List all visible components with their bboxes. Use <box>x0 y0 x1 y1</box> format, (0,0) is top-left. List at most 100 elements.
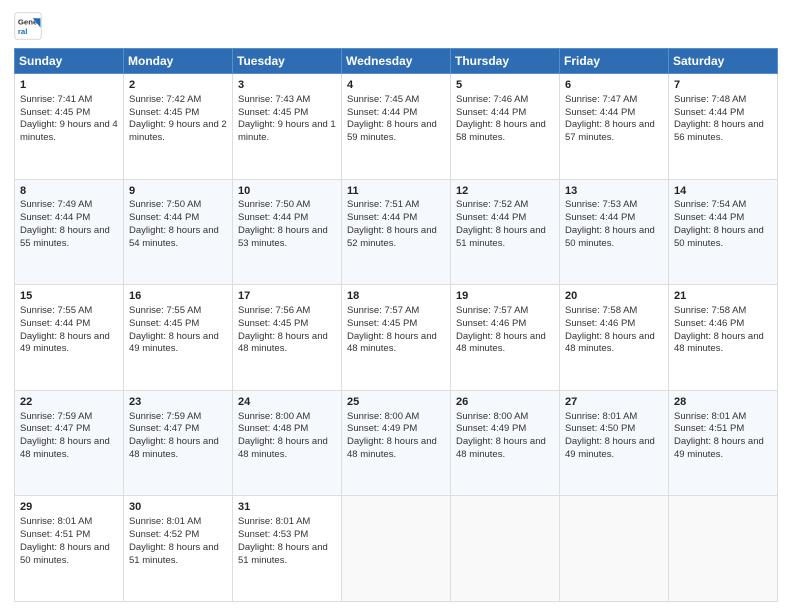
sunrise-label: Sunrise: 7:54 AM <box>674 199 746 210</box>
table-row: 29 Sunrise: 8:01 AM Sunset: 4:51 PM Dayl… <box>15 496 124 602</box>
sunset-label: Sunset: 4:50 PM <box>565 423 635 434</box>
daylight-label: Daylight: 8 hours and 48 minutes. <box>20 436 110 460</box>
day-number: 11 <box>347 184 445 199</box>
sunset-label: Sunset: 4:49 PM <box>347 423 417 434</box>
day-number: 3 <box>238 78 336 93</box>
day-number: 21 <box>674 289 772 304</box>
calendar-week-row: 29 Sunrise: 8:01 AM Sunset: 4:51 PM Dayl… <box>15 496 778 602</box>
sunset-label: Sunset: 4:44 PM <box>565 107 635 118</box>
sunrise-label: Sunrise: 7:59 AM <box>129 411 201 422</box>
daylight-label: Daylight: 8 hours and 49 minutes. <box>129 331 219 355</box>
sunrise-label: Sunrise: 7:55 AM <box>129 305 201 316</box>
sunset-label: Sunset: 4:48 PM <box>238 423 308 434</box>
sunset-label: Sunset: 4:45 PM <box>347 318 417 329</box>
daylight-label: Daylight: 8 hours and 49 minutes. <box>20 331 110 355</box>
table-row: 14 Sunrise: 7:54 AM Sunset: 4:44 PM Dayl… <box>669 179 778 285</box>
daylight-label: Daylight: 9 hours and 1 minute. <box>238 119 336 143</box>
sunrise-label: Sunrise: 7:45 AM <box>347 94 419 105</box>
table-row: 19 Sunrise: 7:57 AM Sunset: 4:46 PM Dayl… <box>451 285 560 391</box>
sunrise-label: Sunrise: 8:01 AM <box>238 516 310 527</box>
day-number: 7 <box>674 78 772 93</box>
table-row: 21 Sunrise: 7:58 AM Sunset: 4:46 PM Dayl… <box>669 285 778 391</box>
sunset-label: Sunset: 4:44 PM <box>20 212 90 223</box>
day-number: 26 <box>456 395 554 410</box>
table-row: 8 Sunrise: 7:49 AM Sunset: 4:44 PM Dayli… <box>15 179 124 285</box>
table-row <box>451 496 560 602</box>
calendar-week-row: 8 Sunrise: 7:49 AM Sunset: 4:44 PM Dayli… <box>15 179 778 285</box>
table-row: 2 Sunrise: 7:42 AM Sunset: 4:45 PM Dayli… <box>124 74 233 180</box>
sunset-label: Sunset: 4:46 PM <box>565 318 635 329</box>
daylight-label: Daylight: 8 hours and 50 minutes. <box>20 542 110 566</box>
table-row: 11 Sunrise: 7:51 AM Sunset: 4:44 PM Dayl… <box>342 179 451 285</box>
table-row: 31 Sunrise: 8:01 AM Sunset: 4:53 PM Dayl… <box>233 496 342 602</box>
daylight-label: Daylight: 8 hours and 48 minutes. <box>129 436 219 460</box>
sunrise-label: Sunrise: 7:58 AM <box>565 305 637 316</box>
daylight-label: Daylight: 8 hours and 48 minutes. <box>238 436 328 460</box>
daylight-label: Daylight: 8 hours and 57 minutes. <box>565 119 655 143</box>
daylight-label: Daylight: 8 hours and 53 minutes. <box>238 225 328 249</box>
daylight-label: Daylight: 9 hours and 4 minutes. <box>20 119 118 143</box>
sunset-label: Sunset: 4:49 PM <box>456 423 526 434</box>
sunrise-label: Sunrise: 8:01 AM <box>20 516 92 527</box>
table-row: 24 Sunrise: 8:00 AM Sunset: 4:48 PM Dayl… <box>233 390 342 496</box>
day-number: 8 <box>20 184 118 199</box>
table-row: 30 Sunrise: 8:01 AM Sunset: 4:52 PM Dayl… <box>124 496 233 602</box>
table-row: 20 Sunrise: 7:58 AM Sunset: 4:46 PM Dayl… <box>560 285 669 391</box>
table-row: 28 Sunrise: 8:01 AM Sunset: 4:51 PM Dayl… <box>669 390 778 496</box>
sunset-label: Sunset: 4:45 PM <box>129 318 199 329</box>
col-saturday: Saturday <box>669 49 778 74</box>
table-row: 6 Sunrise: 7:47 AM Sunset: 4:44 PM Dayli… <box>560 74 669 180</box>
table-row <box>342 496 451 602</box>
day-number: 25 <box>347 395 445 410</box>
sunrise-label: Sunrise: 7:59 AM <box>20 411 92 422</box>
sunrise-label: Sunrise: 7:57 AM <box>456 305 528 316</box>
sunrise-label: Sunrise: 8:01 AM <box>674 411 746 422</box>
daylight-label: Daylight: 9 hours and 2 minutes. <box>129 119 227 143</box>
page-container: Gene- ral Sunday Monday Tuesday Wednesda… <box>0 0 792 612</box>
table-row: 5 Sunrise: 7:46 AM Sunset: 4:44 PM Dayli… <box>451 74 560 180</box>
daylight-label: Daylight: 8 hours and 56 minutes. <box>674 119 764 143</box>
sunset-label: Sunset: 4:45 PM <box>238 107 308 118</box>
sunrise-label: Sunrise: 7:42 AM <box>129 94 201 105</box>
day-number: 12 <box>456 184 554 199</box>
daylight-label: Daylight: 8 hours and 48 minutes. <box>456 436 546 460</box>
day-number: 17 <box>238 289 336 304</box>
sunrise-label: Sunrise: 7:50 AM <box>129 199 201 210</box>
table-row: 23 Sunrise: 7:59 AM Sunset: 4:47 PM Dayl… <box>124 390 233 496</box>
sunset-label: Sunset: 4:44 PM <box>456 212 526 223</box>
sunrise-label: Sunrise: 7:58 AM <box>674 305 746 316</box>
day-number: 20 <box>565 289 663 304</box>
day-number: 23 <box>129 395 227 410</box>
sunset-label: Sunset: 4:44 PM <box>674 107 744 118</box>
daylight-label: Daylight: 8 hours and 48 minutes. <box>565 331 655 355</box>
table-row: 26 Sunrise: 8:00 AM Sunset: 4:49 PM Dayl… <box>451 390 560 496</box>
svg-text:ral: ral <box>18 27 28 36</box>
day-number: 14 <box>674 184 772 199</box>
day-number: 31 <box>238 500 336 515</box>
day-number: 19 <box>456 289 554 304</box>
table-row: 18 Sunrise: 7:57 AM Sunset: 4:45 PM Dayl… <box>342 285 451 391</box>
day-number: 27 <box>565 395 663 410</box>
day-number: 16 <box>129 289 227 304</box>
sunset-label: Sunset: 4:44 PM <box>347 107 417 118</box>
sunrise-label: Sunrise: 7:57 AM <box>347 305 419 316</box>
sunrise-label: Sunrise: 7:55 AM <box>20 305 92 316</box>
col-friday: Friday <box>560 49 669 74</box>
daylight-label: Daylight: 8 hours and 52 minutes. <box>347 225 437 249</box>
sunset-label: Sunset: 4:51 PM <box>674 423 744 434</box>
sunrise-label: Sunrise: 7:53 AM <box>565 199 637 210</box>
calendar-week-row: 15 Sunrise: 7:55 AM Sunset: 4:44 PM Dayl… <box>15 285 778 391</box>
sunrise-label: Sunrise: 7:46 AM <box>456 94 528 105</box>
daylight-label: Daylight: 8 hours and 49 minutes. <box>565 436 655 460</box>
day-number: 30 <box>129 500 227 515</box>
daylight-label: Daylight: 8 hours and 49 minutes. <box>674 436 764 460</box>
daylight-label: Daylight: 8 hours and 48 minutes. <box>347 331 437 355</box>
daylight-label: Daylight: 8 hours and 48 minutes. <box>238 331 328 355</box>
col-sunday: Sunday <box>15 49 124 74</box>
day-number: 2 <box>129 78 227 93</box>
day-number: 24 <box>238 395 336 410</box>
col-monday: Monday <box>124 49 233 74</box>
sunrise-label: Sunrise: 8:00 AM <box>238 411 310 422</box>
day-number: 15 <box>20 289 118 304</box>
day-number: 9 <box>129 184 227 199</box>
